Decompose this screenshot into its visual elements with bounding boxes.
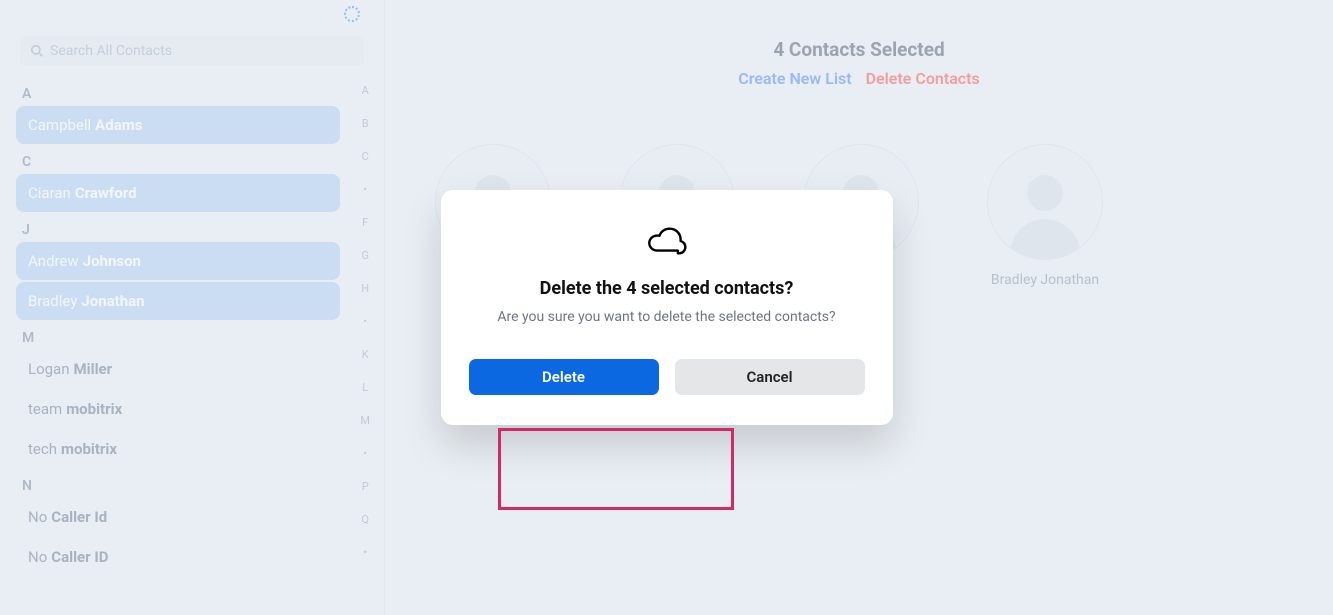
dialog-title: Delete the 4 selected contacts? bbox=[467, 278, 867, 299]
annotation-highlight bbox=[498, 428, 734, 510]
delete-button[interactable]: Delete bbox=[469, 359, 659, 395]
cloud-icon bbox=[645, 226, 689, 256]
delete-confirm-dialog: Delete the 4 selected contacts? Are you … bbox=[441, 190, 893, 425]
dialog-body: Are you sure you want to delete the sele… bbox=[467, 309, 867, 325]
cancel-button[interactable]: Cancel bbox=[675, 359, 865, 395]
modal-overlay: Delete the 4 selected contacts? Are you … bbox=[0, 0, 1333, 615]
app-root: ACampbellAdamsCCiaranCrawfordJAndrewJohn… bbox=[0, 0, 1333, 615]
